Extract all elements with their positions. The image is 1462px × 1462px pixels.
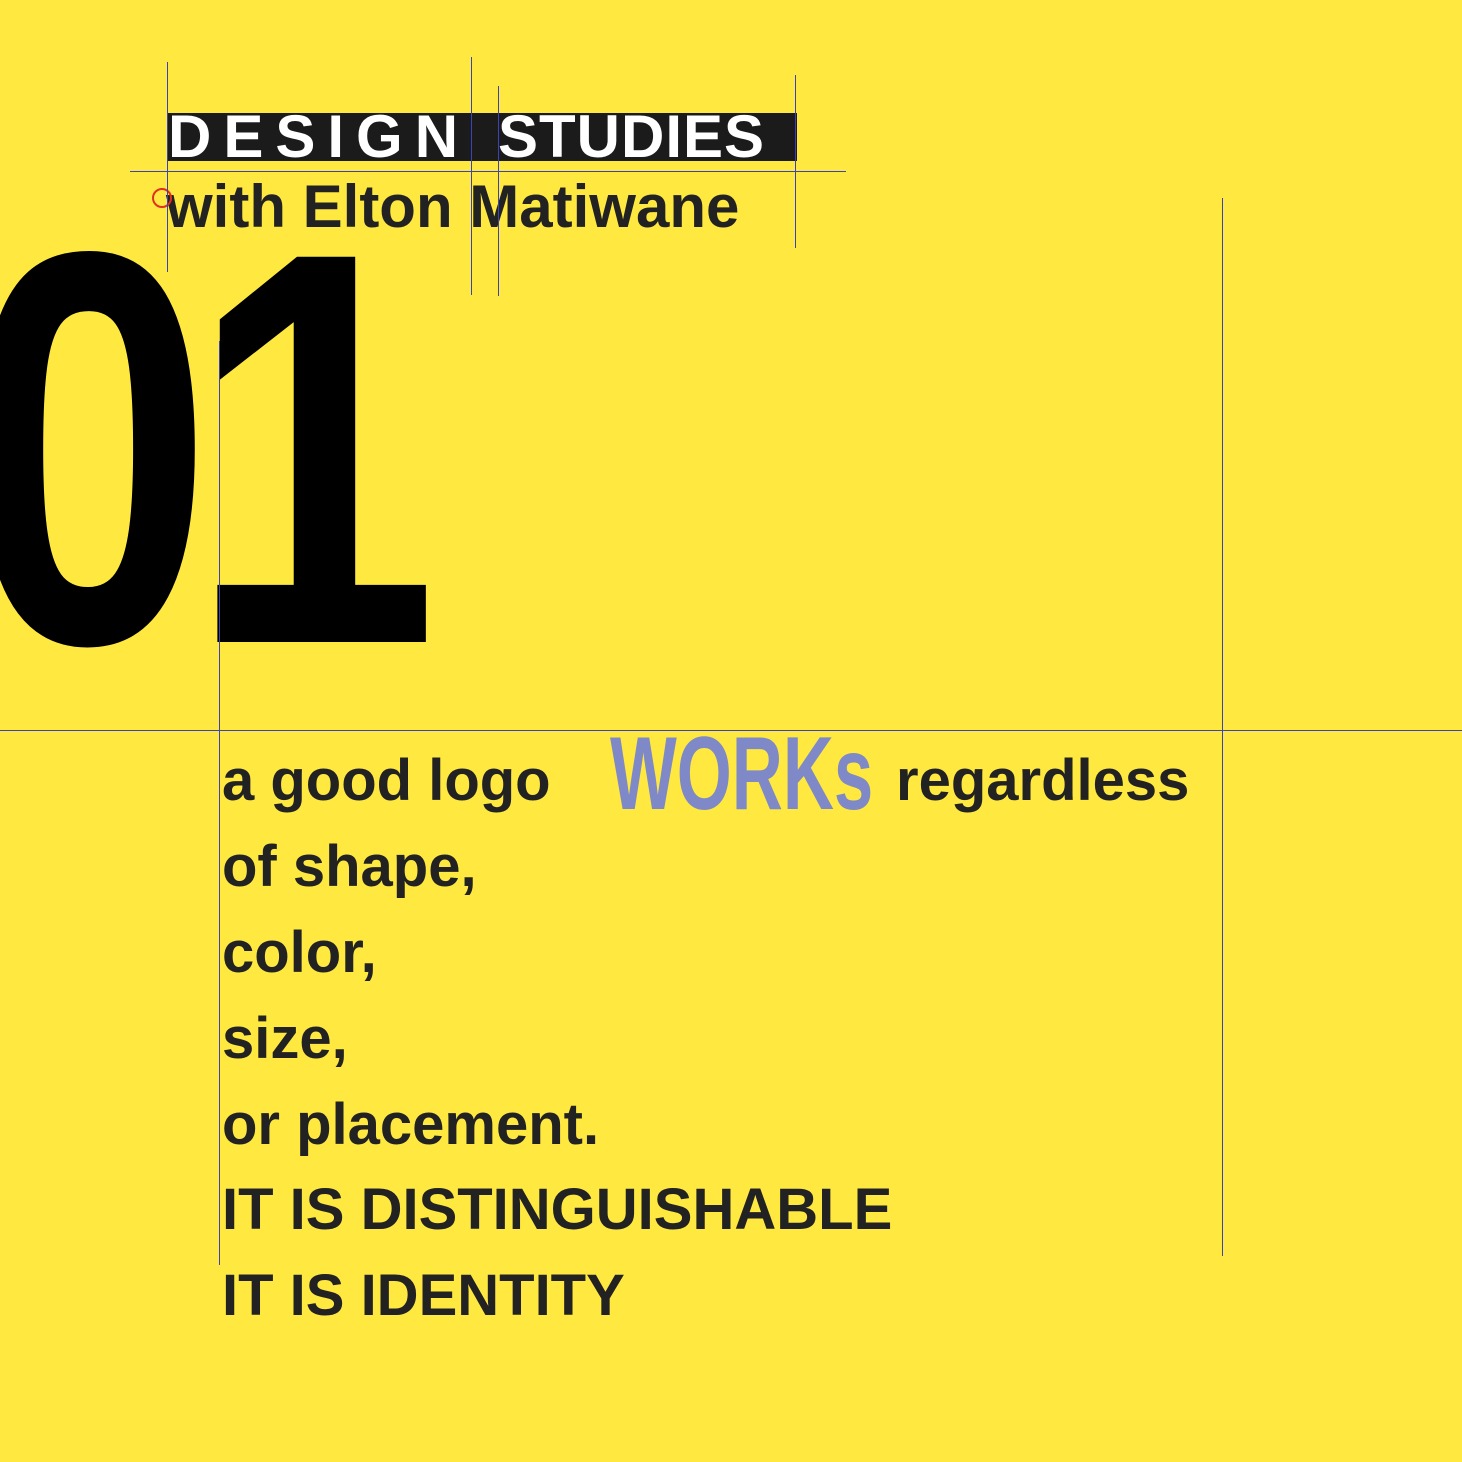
statement-highlight-works: WORKs	[610, 716, 874, 832]
guide-line-vertical	[167, 62, 169, 272]
statement-line-5: or placement.	[222, 1092, 600, 1157]
guide-line-vertical	[498, 86, 500, 296]
guide-line-horizontal	[0, 730, 1462, 732]
statement-line-7: IT IS IDENTITY	[222, 1263, 625, 1328]
statement-line-1-end: regardless	[896, 748, 1190, 813]
guide-line-vertical	[219, 341, 221, 1265]
statement-line-2: of shape,	[222, 834, 477, 899]
subtitle: with Elton Matiwane	[166, 173, 740, 240]
statement-line-1-start: a good logo	[222, 748, 551, 813]
guide-line-horizontal	[130, 171, 846, 173]
statement-line-3: color,	[222, 920, 377, 985]
guide-line-vertical	[471, 57, 473, 295]
title-word-design: DESIGN	[168, 103, 471, 170]
guide-line-vertical	[795, 75, 797, 248]
title-word-studies: STUDIES	[498, 103, 766, 170]
statement-line-6: IT IS DISTINGUISHABLE	[222, 1177, 893, 1242]
issue-number: 01	[0, 135, 438, 761]
guide-line-vertical	[1222, 198, 1224, 1256]
statement-line-4: size,	[222, 1006, 348, 1071]
anchor-point-marker	[152, 188, 172, 208]
